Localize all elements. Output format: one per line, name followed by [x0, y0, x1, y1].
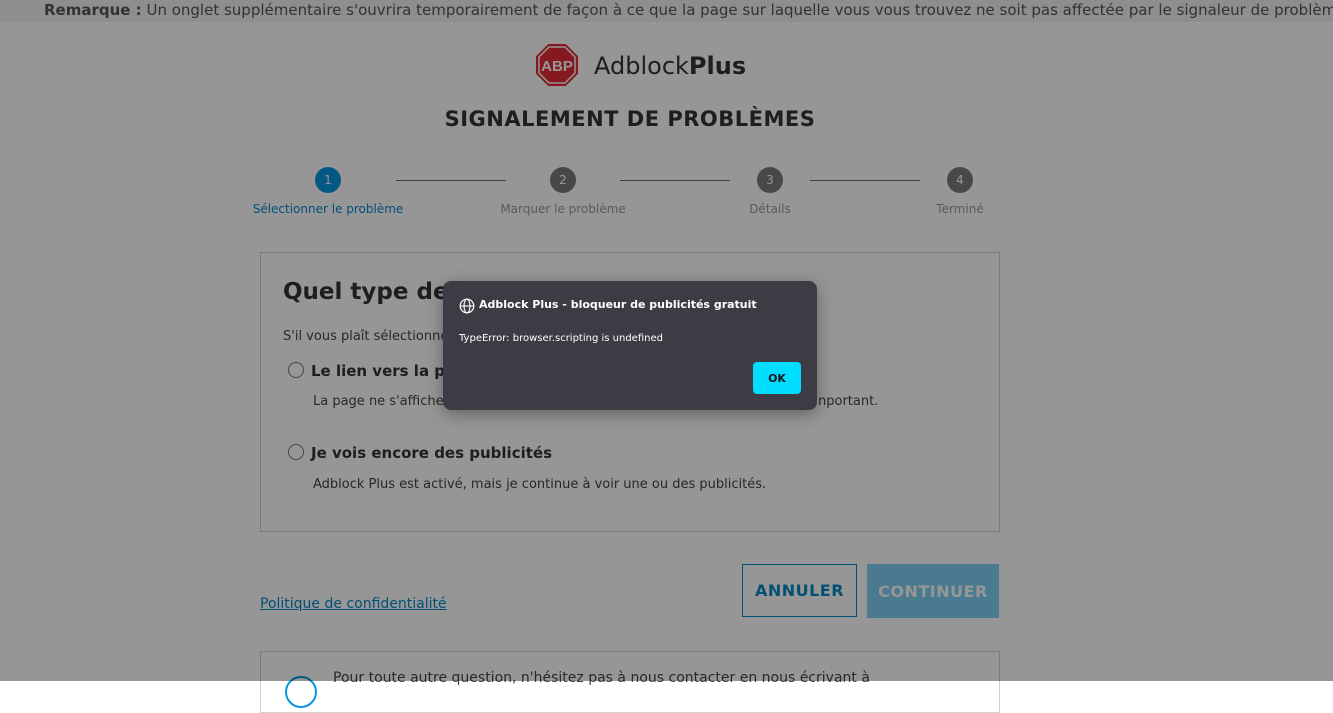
dialog-message: TypeError: browser.scripting is undefine… — [459, 333, 663, 344]
globe-icon — [459, 298, 475, 314]
ok-button[interactable]: OK — [753, 362, 801, 394]
dialog-title: Adblock Plus - bloqueur de publicités gr… — [479, 298, 757, 311]
alert-dialog: Adblock Plus - bloqueur de publicités gr… — [443, 281, 817, 410]
